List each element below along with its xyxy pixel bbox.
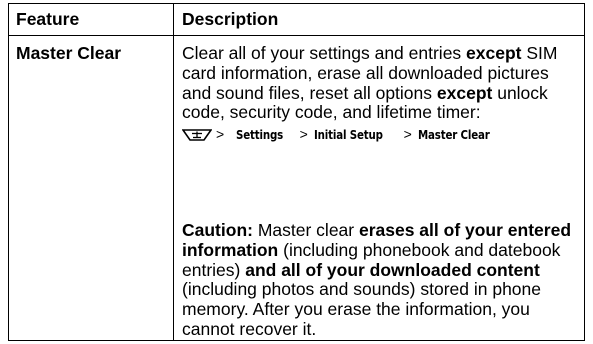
column-divider: [173, 4, 174, 340]
bold-span: and all of your downloaded content: [245, 259, 540, 280]
description-paragraph: Clear all of your settings and entries e…: [182, 43, 578, 144]
text-span: Clear all of your settings and entries: [182, 43, 467, 63]
feature-name: Master Clear: [16, 43, 122, 63]
path-master-clear: Master Clear: [417, 127, 490, 143]
header-divider: [9, 35, 584, 36]
bold-span: except: [436, 82, 493, 103]
path-initial-setup: Initial Setup: [313, 127, 383, 143]
caution-label: Caution:: [182, 220, 253, 240]
text-span: Master clear: [252, 220, 359, 240]
text-span: (including photos and sounds) stored in …: [182, 279, 541, 339]
caution-paragraph: Caution: Master clear erases all of your…: [182, 220, 578, 340]
header-feature: Feature: [16, 9, 80, 29]
path-separator: >: [216, 126, 225, 143]
path-separator: >: [299, 126, 308, 143]
header-description: Description: [182, 9, 279, 29]
feature-table: Feature Description Master Clear Clear a…: [8, 3, 585, 341]
path-separator: >: [403, 126, 412, 143]
menu-key-icon: [182, 129, 212, 142]
path-settings: Settings: [236, 127, 284, 143]
bold-span: except: [466, 43, 522, 63]
menu-path: > Settings > Initial Setup > Master Clear: [182, 125, 578, 144]
